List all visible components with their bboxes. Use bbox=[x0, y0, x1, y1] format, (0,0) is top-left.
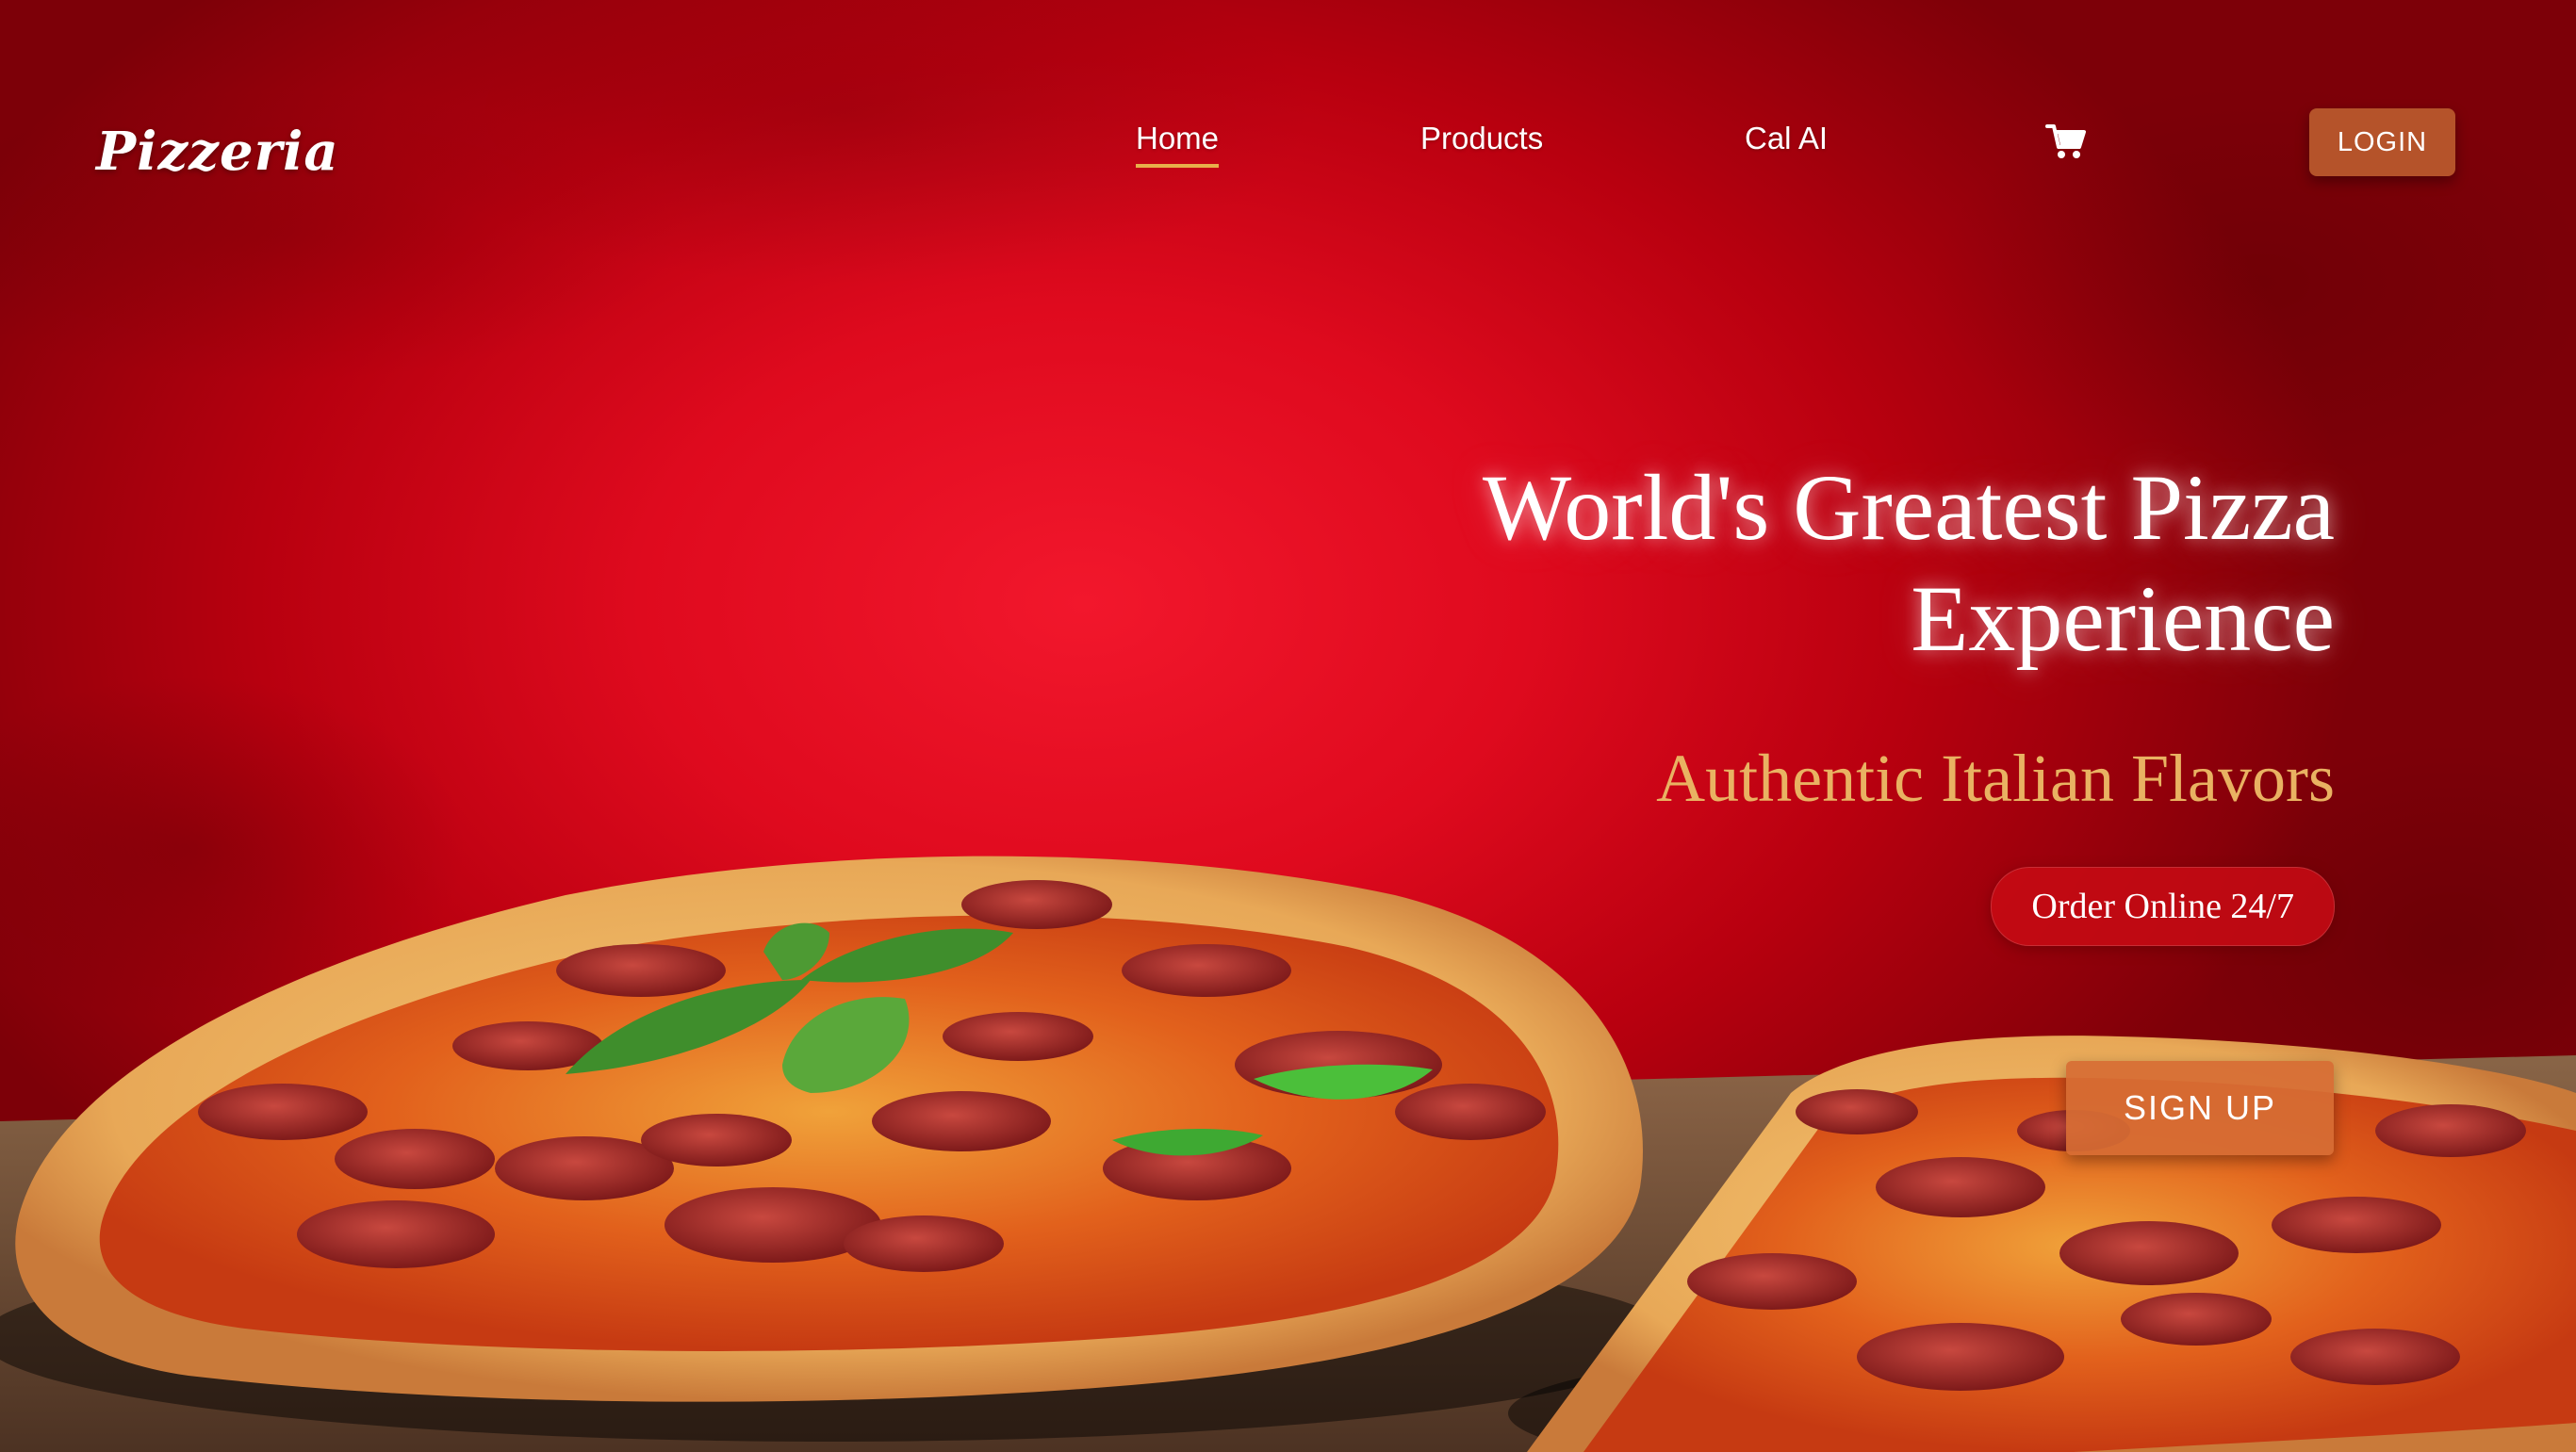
order-online-button[interactable]: Order Online 24/7 bbox=[1991, 867, 2335, 946]
sign-up-button[interactable]: SIGN UP bbox=[2066, 1061, 2334, 1155]
nav-link-products[interactable]: Products bbox=[1420, 121, 1543, 156]
login-button[interactable]: LOGIN bbox=[2309, 108, 2455, 176]
brand-logo[interactable]: Pizzeria bbox=[96, 121, 339, 183]
background-texture bbox=[0, 0, 2576, 1452]
hero-subtitle: Authentic Italian Flavors bbox=[1656, 741, 2335, 816]
nav-link-home[interactable]: Home bbox=[1136, 121, 1220, 168]
hero-title-line-1: World's Greatest Pizza bbox=[1482, 455, 2335, 560]
shopping-cart-icon[interactable] bbox=[2045, 122, 2087, 160]
landing-page: Pizzeria Home Products Cal AI LOGIN Worl… bbox=[0, 0, 2576, 1452]
hero-title-line-2: Experience bbox=[1911, 566, 2335, 671]
nav-link-cal-ai[interactable]: Cal AI bbox=[1745, 121, 1828, 156]
hero-title: World's Greatest Pizza Experience bbox=[1015, 452, 2335, 675]
